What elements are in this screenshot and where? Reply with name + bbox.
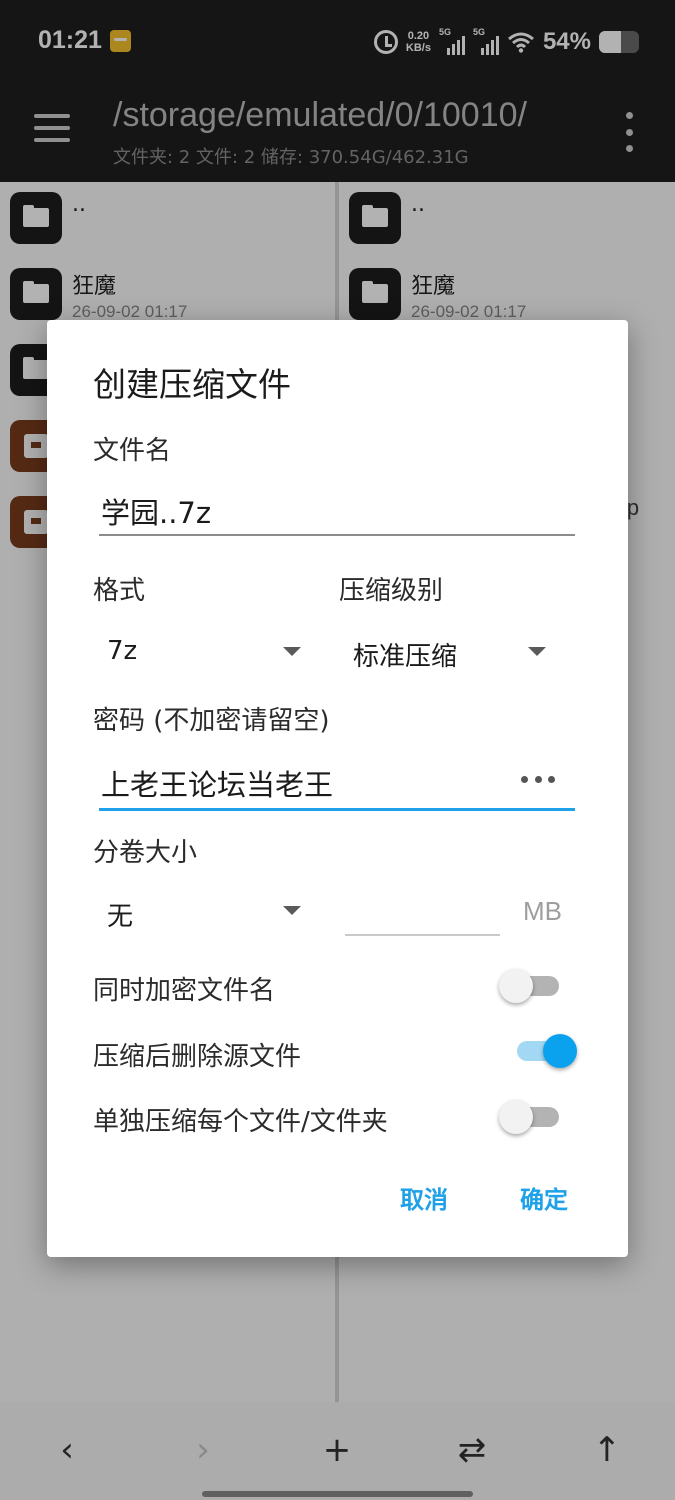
compression-level-label: 压缩级别 [339,576,444,606]
delete-source-toggle[interactable] [513,1030,577,1070]
create-archive-dialog: 创建压缩文件 文件名 学园..7z 格式 压缩级别 7z 标准压缩 密码 (不加… [47,320,628,1257]
split-size-underline [345,934,500,936]
password-label: 密码 (不加密请留空) [93,706,330,736]
split-volume-label: 分卷大小 [93,838,198,868]
encrypt-filenames-label: 同时加密文件名 [93,976,276,1006]
compress-individually-toggle[interactable] [499,1096,563,1136]
format-value: 7z [107,636,138,666]
show-password-icon[interactable] [521,776,555,786]
encrypt-filenames-toggle[interactable] [499,965,563,1005]
chevron-down-icon [283,647,301,656]
dialog-title: 创建压缩文件 [93,365,291,404]
delete-source-label: 压缩后删除源文件 [93,1042,302,1072]
cancel-button[interactable]: 取消 [400,1180,448,1215]
ok-button[interactable]: 确定 [520,1180,568,1215]
filename-label: 文件名 [93,436,172,466]
filename-underline [99,534,575,536]
split-volume-value: 无 [107,902,134,932]
compression-level-value: 标准压缩 [353,642,458,672]
password-underline [99,808,575,811]
split-size-input[interactable] [347,894,497,930]
chevron-down-icon [528,647,546,656]
password-input[interactable]: 上老王论坛当老王 [101,762,333,804]
split-unit-label: MB [523,896,562,926]
chevron-down-icon [283,906,301,915]
format-label: 格式 [93,576,146,606]
filename-input[interactable]: 学园..7z [101,490,211,532]
compress-individually-label: 单独压缩每个文件/文件夹 [93,1107,388,1137]
